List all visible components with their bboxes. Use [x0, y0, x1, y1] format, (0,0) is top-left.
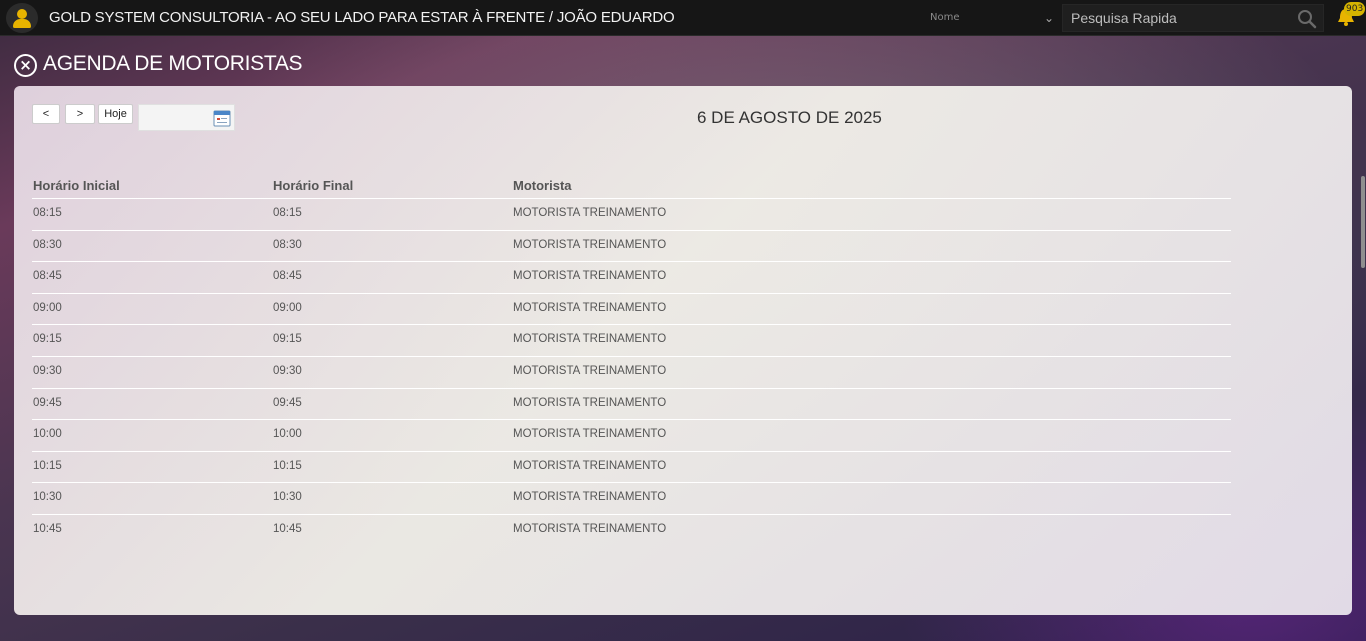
end-time-cell: 10:15: [273, 459, 302, 472]
start-time-cell: 10:45: [33, 522, 62, 535]
end-time-cell: 09:45: [273, 396, 302, 409]
page-scrollbar[interactable]: [1361, 86, 1365, 615]
end-time-cell: 08:45: [273, 270, 302, 283]
top-bar: GOLD SYSTEM CONSULTORIA - AO SEU LADO PA…: [0, 0, 1366, 36]
prev-button[interactable]: <: [32, 104, 60, 124]
scrollbar-thumb[interactable]: [1361, 176, 1365, 268]
column-header-driver[interactable]: Motorista: [513, 178, 572, 193]
end-time-cell: 08:30: [273, 238, 302, 251]
quick-search: [1062, 4, 1324, 32]
app-title: GOLD SYSTEM CONSULTORIA - AO SEU LADO PA…: [49, 9, 675, 26]
driver-cell: MOTORISTA TREINAMENTO: [513, 270, 667, 283]
start-time-cell: 08:45: [33, 270, 62, 283]
chevron-down-icon: ⌄: [1043, 11, 1054, 25]
table-row[interactable]: 08:45 08:45 MOTORISTA TREINAMENTO: [32, 262, 1231, 294]
table-row[interactable]: 08:30 08:30 MOTORISTA TREINAMENTO: [32, 231, 1231, 263]
driver-cell: MOTORISTA TREINAMENTO: [513, 396, 667, 409]
table-row[interactable]: 09:00 09:00 MOTORISTA TREINAMENTO: [32, 294, 1231, 326]
end-time-cell: 08:15: [273, 207, 302, 219]
notification-badge: 903: [1344, 2, 1366, 16]
search-field-select[interactable]: Nome ⌄: [924, 6, 1058, 30]
start-time-cell: 09:45: [33, 396, 62, 409]
driver-cell: MOTORISTA TREINAMENTO: [513, 364, 667, 377]
date-picker-field[interactable]: [138, 104, 235, 131]
calendar-icon[interactable]: [213, 109, 231, 127]
start-time-cell: 09:00: [33, 301, 62, 314]
end-time-cell: 09:30: [273, 364, 302, 377]
search-icon[interactable]: [1297, 9, 1317, 29]
page-title: AGENDA DE MOTORISTAS: [43, 52, 303, 75]
end-time-cell: 10:45: [273, 522, 302, 535]
start-time-cell: 10:30: [33, 491, 62, 504]
schedule-table: Horário Inicial Horário Final Motorista …: [32, 178, 1231, 547]
start-time-cell: 08:15: [33, 207, 62, 219]
driver-cell: MOTORISTA TREINAMENTO: [513, 333, 667, 346]
table-row[interactable]: 08:15 08:15 MOTORISTA TREINAMENTO: [32, 199, 1231, 231]
search-input[interactable]: [1071, 8, 1291, 28]
table-row[interactable]: 09:30 09:30 MOTORISTA TREINAMENTO: [32, 357, 1231, 389]
current-date-heading: 6 DE AGOSTO DE 2025: [697, 108, 882, 127]
end-time-cell: 10:00: [273, 428, 302, 441]
table-row[interactable]: 10:30 10:30 MOTORISTA TREINAMENTO: [32, 483, 1231, 515]
driver-cell: MOTORISTA TREINAMENTO: [513, 459, 667, 472]
table-row[interactable]: 09:45 09:45 MOTORISTA TREINAMENTO: [32, 389, 1231, 421]
start-time-cell: 09:15: [33, 333, 62, 346]
column-header-end-time[interactable]: Horário Final: [273, 178, 353, 193]
start-time-cell: 09:30: [33, 364, 62, 377]
end-time-cell: 09:00: [273, 301, 302, 314]
driver-cell: MOTORISTA TREINAMENTO: [513, 301, 667, 314]
search-field-select-value: Nome: [930, 12, 960, 23]
table-row[interactable]: 10:00 10:00 MOTORISTA TREINAMENTO: [32, 420, 1231, 452]
driver-cell: MOTORISTA TREINAMENTO: [513, 522, 667, 535]
driver-cell: MOTORISTA TREINAMENTO: [513, 207, 667, 219]
driver-cell: MOTORISTA TREINAMENTO: [513, 238, 667, 251]
table-row[interactable]: 10:45 10:45 MOTORISTA TREINAMENTO: [32, 515, 1231, 547]
column-header-start-time[interactable]: Horário Inicial: [33, 178, 120, 193]
user-avatar-icon[interactable]: [6, 3, 38, 33]
driver-cell: MOTORISTA TREINAMENTO: [513, 491, 667, 504]
table-header: Horário Inicial Horário Final Motorista: [32, 178, 1231, 199]
table-row[interactable]: 09:15 09:15 MOTORISTA TREINAMENTO: [32, 325, 1231, 357]
driver-cell: MOTORISTA TREINAMENTO: [513, 428, 667, 441]
start-time-cell: 08:30: [33, 238, 62, 251]
end-time-cell: 10:30: [273, 491, 302, 504]
today-button[interactable]: Hoje: [98, 104, 133, 124]
end-time-cell: 09:15: [273, 333, 302, 346]
table-row[interactable]: 10:15 10:15 MOTORISTA TREINAMENTO: [32, 452, 1231, 484]
start-time-cell: 10:00: [33, 428, 62, 441]
start-time-cell: 10:15: [33, 459, 62, 472]
close-icon[interactable]: ×: [14, 54, 37, 77]
schedule-panel: < > Hoje 6 DE AGOSTO DE 2025 Horário Ini…: [14, 86, 1352, 615]
table-body: 08:15 08:15 MOTORISTA TREINAMENTO 08:30 08:3…: [32, 199, 1231, 547]
next-button[interactable]: >: [65, 104, 95, 124]
